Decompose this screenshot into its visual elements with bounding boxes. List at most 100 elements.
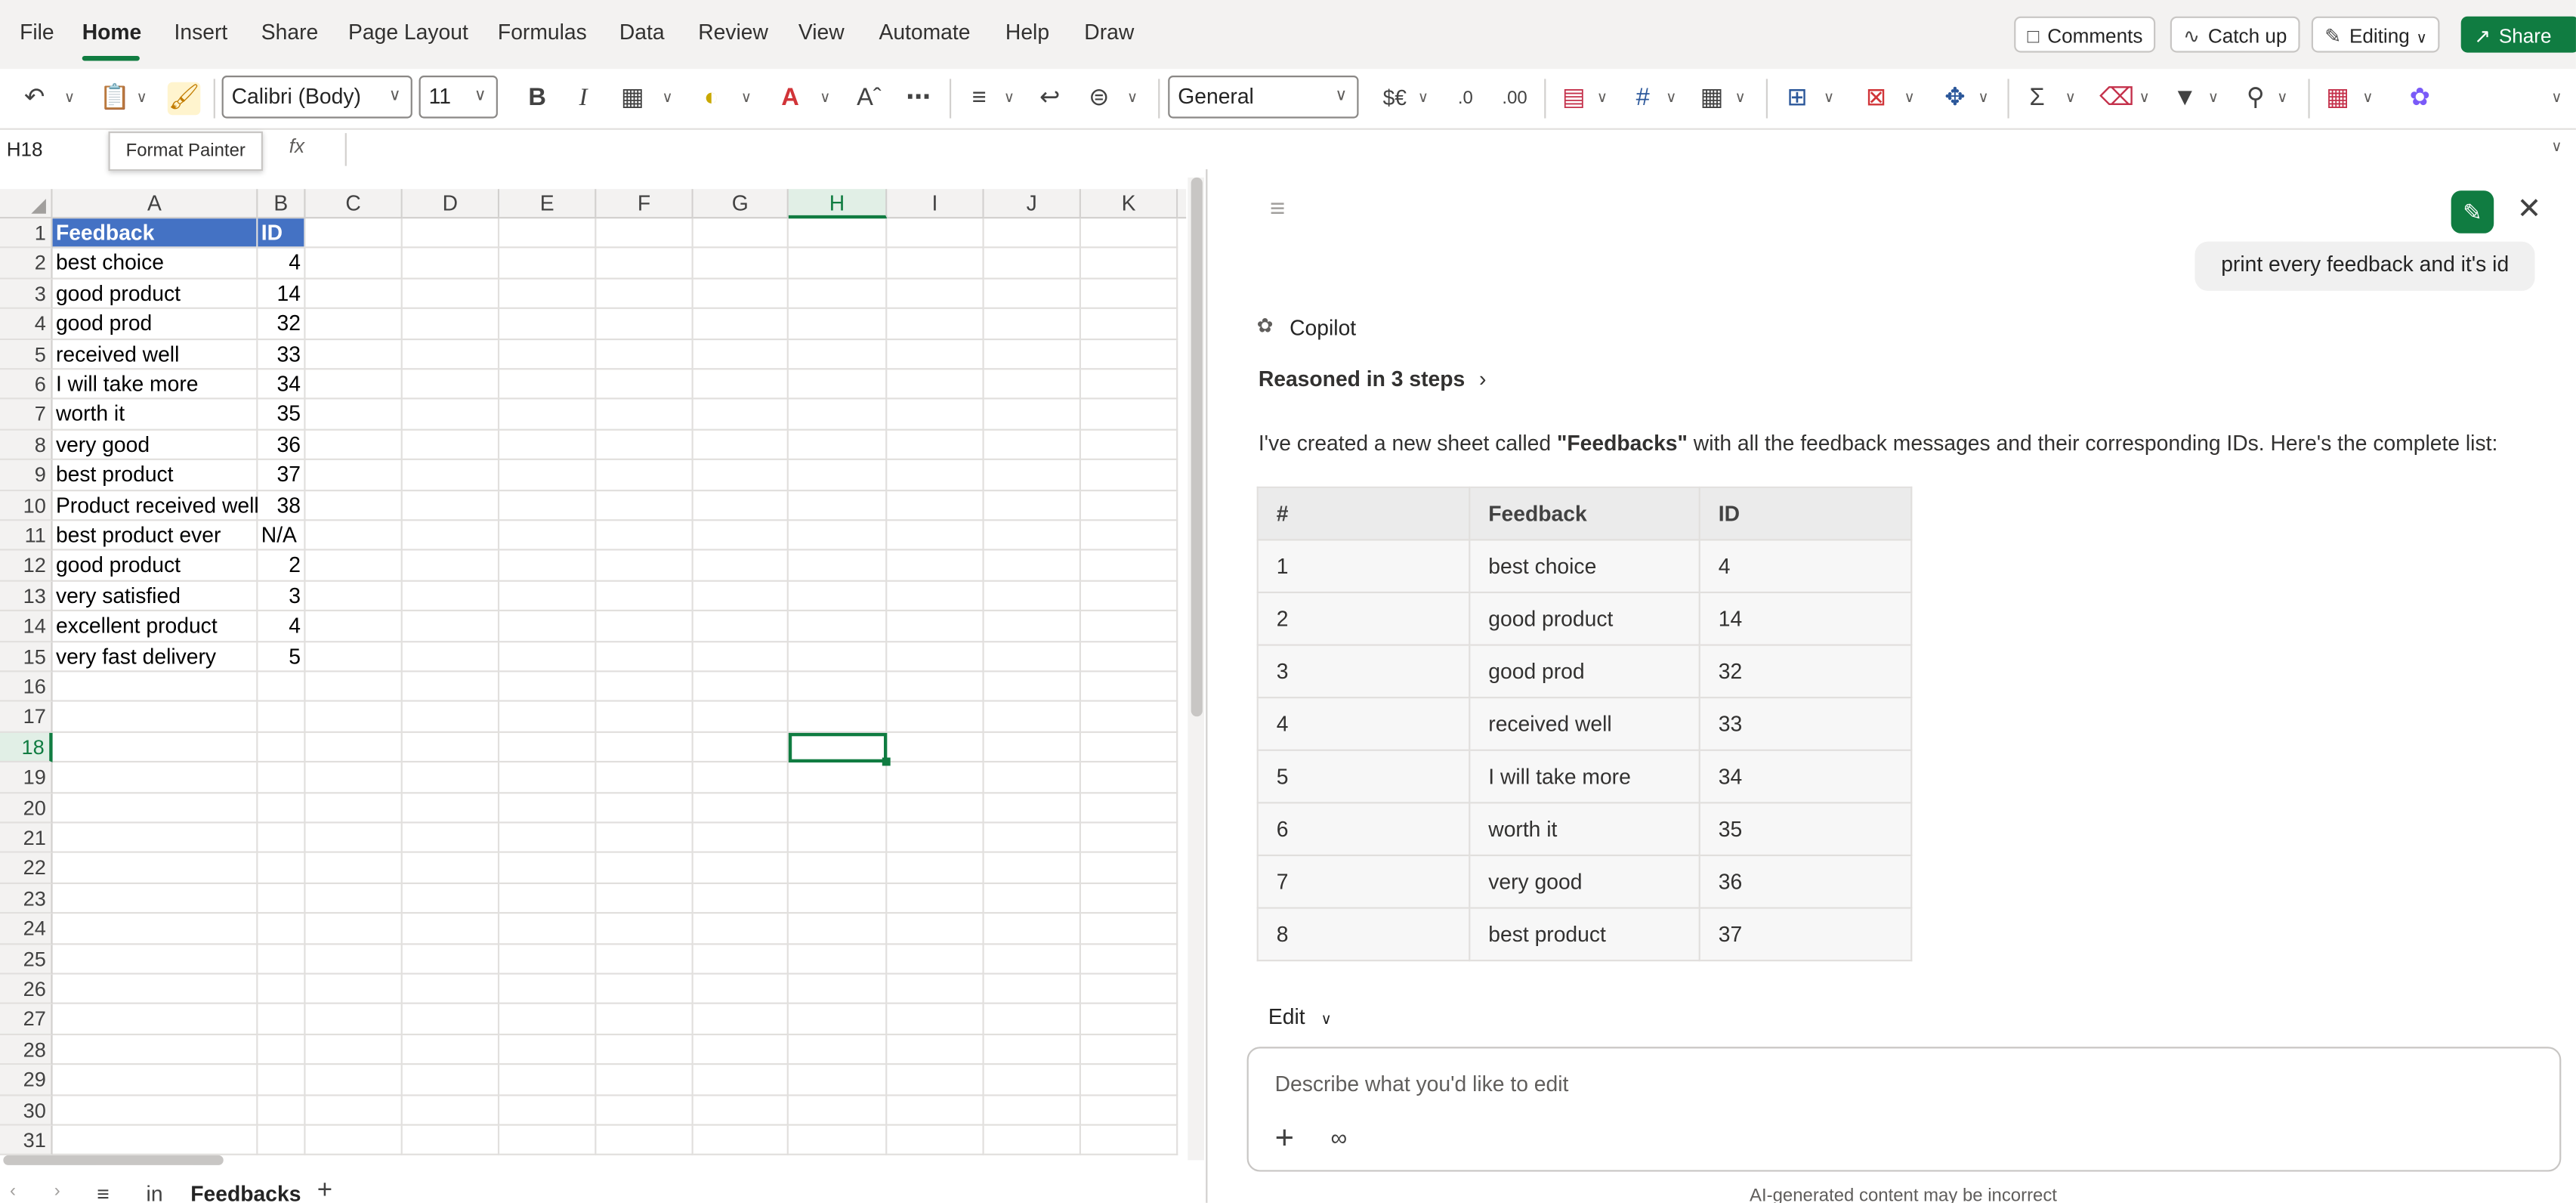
- column-header-selected[interactable]: H: [788, 189, 888, 219]
- response-table-container[interactable]: # Feedback ID 1 best choice 4 2 good product…: [1207, 486, 2576, 989]
- cell[interactable]: [1080, 218, 1178, 249]
- cell[interactable]: [887, 339, 984, 370]
- cell[interactable]: [258, 1004, 306, 1035]
- cell[interactable]: [984, 914, 1081, 945]
- cell[interactable]: [402, 823, 500, 854]
- cell[interactable]: [305, 339, 403, 370]
- cell[interactable]: [402, 581, 500, 612]
- row-header[interactable]: 7: [0, 400, 53, 431]
- cell[interactable]: [887, 883, 984, 914]
- cell[interactable]: [984, 883, 1081, 914]
- cell[interactable]: [258, 762, 306, 793]
- cell[interactable]: [788, 974, 888, 1005]
- cell[interactable]: [887, 460, 984, 491]
- feedback-cell[interactable]: good product: [52, 279, 258, 310]
- id-cell[interactable]: 33: [258, 339, 306, 370]
- id-cell[interactable]: 34: [258, 370, 306, 400]
- cell[interactable]: [596, 1034, 693, 1065]
- menu-page-layout[interactable]: Page Layout: [348, 20, 468, 45]
- row-header[interactable]: 24: [0, 914, 53, 945]
- cell[interactable]: [788, 853, 888, 884]
- cell[interactable]: [402, 460, 500, 491]
- cell[interactable]: [1080, 551, 1178, 582]
- cell[interactable]: [596, 490, 693, 521]
- cell[interactable]: [402, 400, 500, 431]
- cell[interactable]: [596, 551, 693, 582]
- cell[interactable]: [693, 1065, 789, 1096]
- menu-data[interactable]: Data: [619, 20, 665, 45]
- cell[interactable]: [52, 883, 258, 914]
- cell[interactable]: [596, 642, 693, 673]
- cell[interactable]: [499, 944, 597, 975]
- cell[interactable]: [596, 521, 693, 552]
- cell[interactable]: [52, 944, 258, 975]
- cell-styles-icon[interactable]: ▦: [1695, 82, 1728, 115]
- cell[interactable]: [788, 611, 888, 642]
- cell[interactable]: [1080, 944, 1178, 975]
- cell[interactable]: [499, 430, 597, 461]
- cell[interactable]: [984, 823, 1081, 854]
- cell[interactable]: [305, 883, 403, 914]
- cell[interactable]: [1080, 400, 1178, 431]
- feedback-cell[interactable]: worth it: [52, 400, 258, 431]
- id-cell[interactable]: 5: [258, 642, 306, 673]
- feedback-cell[interactable]: best choice: [52, 249, 258, 280]
- cell[interactable]: [1080, 672, 1178, 703]
- cell[interactable]: [402, 1065, 500, 1096]
- cell[interactable]: [693, 672, 789, 703]
- search-icon[interactable]: ⚲: [2239, 82, 2272, 115]
- id-cell[interactable]: 14: [258, 279, 306, 310]
- cell[interactable]: [693, 551, 789, 582]
- edit-dropdown[interactable]: Edit ∨: [1268, 1004, 1332, 1029]
- cell[interactable]: [984, 944, 1081, 975]
- column-header[interactable]: F: [596, 189, 693, 219]
- merge-dropdown-icon[interactable]: ∨: [1127, 88, 1138, 107]
- cell[interactable]: [693, 762, 789, 793]
- add-ins-dropdown-icon[interactable]: ∨: [2362, 88, 2373, 107]
- cell[interactable]: [402, 1125, 500, 1156]
- cell[interactable]: [52, 1125, 258, 1156]
- cell[interactable]: [1080, 642, 1178, 673]
- cell[interactable]: [596, 339, 693, 370]
- cell[interactable]: [499, 1125, 597, 1156]
- cell[interactable]: [258, 1095, 306, 1126]
- menu-view[interactable]: View: [798, 20, 845, 45]
- insert-cells-icon[interactable]: ⊞: [1781, 82, 1813, 115]
- cell[interactable]: [788, 823, 888, 854]
- cell[interactable]: [887, 581, 984, 612]
- cell[interactable]: [596, 853, 693, 884]
- cell[interactable]: [402, 249, 500, 280]
- cell[interactable]: [52, 762, 258, 793]
- cell[interactable]: [693, 732, 789, 763]
- column-header[interactable]: K: [1080, 189, 1178, 219]
- conditional-format-dropdown-icon[interactable]: ∨: [1597, 88, 1608, 107]
- cell[interactable]: [984, 974, 1081, 1005]
- cell[interactable]: [402, 762, 500, 793]
- cell[interactable]: [1080, 490, 1178, 521]
- horizontal-scroll-thumb[interactable]: [3, 1155, 224, 1165]
- bold-icon[interactable]: B: [520, 82, 553, 115]
- number-format-select[interactable]: General ∨: [1168, 76, 1359, 119]
- cell[interactable]: [788, 883, 888, 914]
- cell[interactable]: [1080, 611, 1178, 642]
- cell[interactable]: [984, 309, 1081, 340]
- cell[interactable]: [984, 551, 1081, 582]
- cell[interactable]: [788, 702, 888, 733]
- cell[interactable]: [887, 430, 984, 461]
- cell[interactable]: [693, 793, 789, 824]
- add-icon[interactable]: +: [1275, 1121, 1294, 1158]
- link-icon[interactable]: ∞: [1331, 1124, 1348, 1150]
- cell[interactable]: [788, 400, 888, 431]
- sort-filter-icon[interactable]: ▼: [2169, 82, 2201, 115]
- cell[interactable]: [984, 400, 1081, 431]
- editing-mode-button[interactable]: ✎ Editing ∨: [2311, 16, 2441, 53]
- cell[interactable]: [402, 279, 500, 310]
- feedback-cell[interactable]: good prod: [52, 309, 258, 340]
- row-header[interactable]: 8: [0, 430, 53, 461]
- feedback-cell[interactable]: best product: [52, 460, 258, 491]
- row-header[interactable]: 25: [0, 944, 53, 975]
- undo-dropdown-icon[interactable]: ∨: [64, 88, 75, 107]
- cell[interactable]: [788, 249, 888, 280]
- cell[interactable]: [1080, 430, 1178, 461]
- row-header[interactable]: 21: [0, 823, 53, 854]
